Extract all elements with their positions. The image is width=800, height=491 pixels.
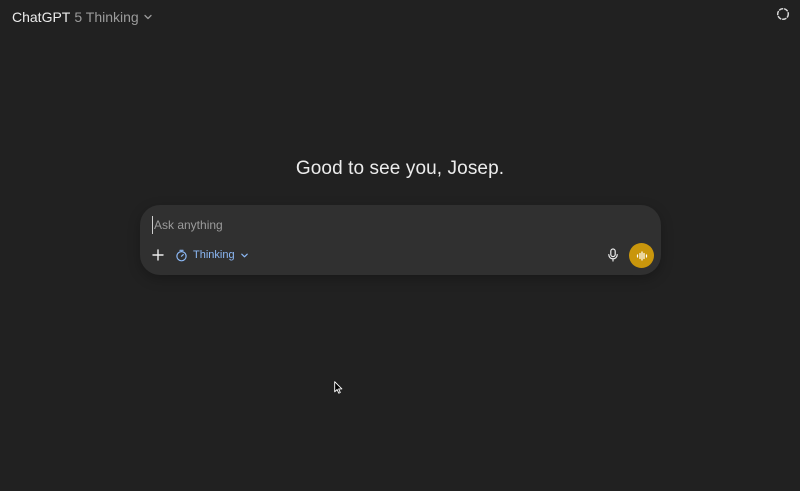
thinking-mode-button[interactable]: Thinking — [175, 247, 249, 263]
model-variant: 5 Thinking — [74, 9, 139, 25]
plus-icon — [151, 248, 165, 262]
chevron-down-icon — [240, 251, 249, 260]
attach-button[interactable] — [150, 247, 166, 263]
chat-home-page: ChatGPT 5 Thinking Good to see you, Jose… — [0, 0, 800, 491]
dictate-button[interactable] — [606, 248, 620, 262]
model-name: ChatGPT — [12, 9, 71, 25]
chevron-down-icon — [143, 12, 153, 22]
greeting-heading: Good to see you, Josep. — [295, 158, 505, 179]
waveform-icon — [636, 250, 648, 261]
model-switcher[interactable]: ChatGPT 5 Thinking — [8, 6, 157, 28]
dashed-circle-icon — [776, 7, 790, 21]
voice-mode-button[interactable] — [629, 243, 654, 268]
timer-icon — [175, 249, 188, 262]
thinking-mode-label: Thinking — [193, 249, 235, 261]
prompt-composer: Thinking — [140, 205, 661, 275]
mouse-pointer-icon — [334, 381, 343, 394]
microphone-icon — [607, 248, 619, 262]
temporary-chat-button[interactable] — [775, 6, 791, 22]
prompt-input[interactable] — [152, 216, 614, 234]
